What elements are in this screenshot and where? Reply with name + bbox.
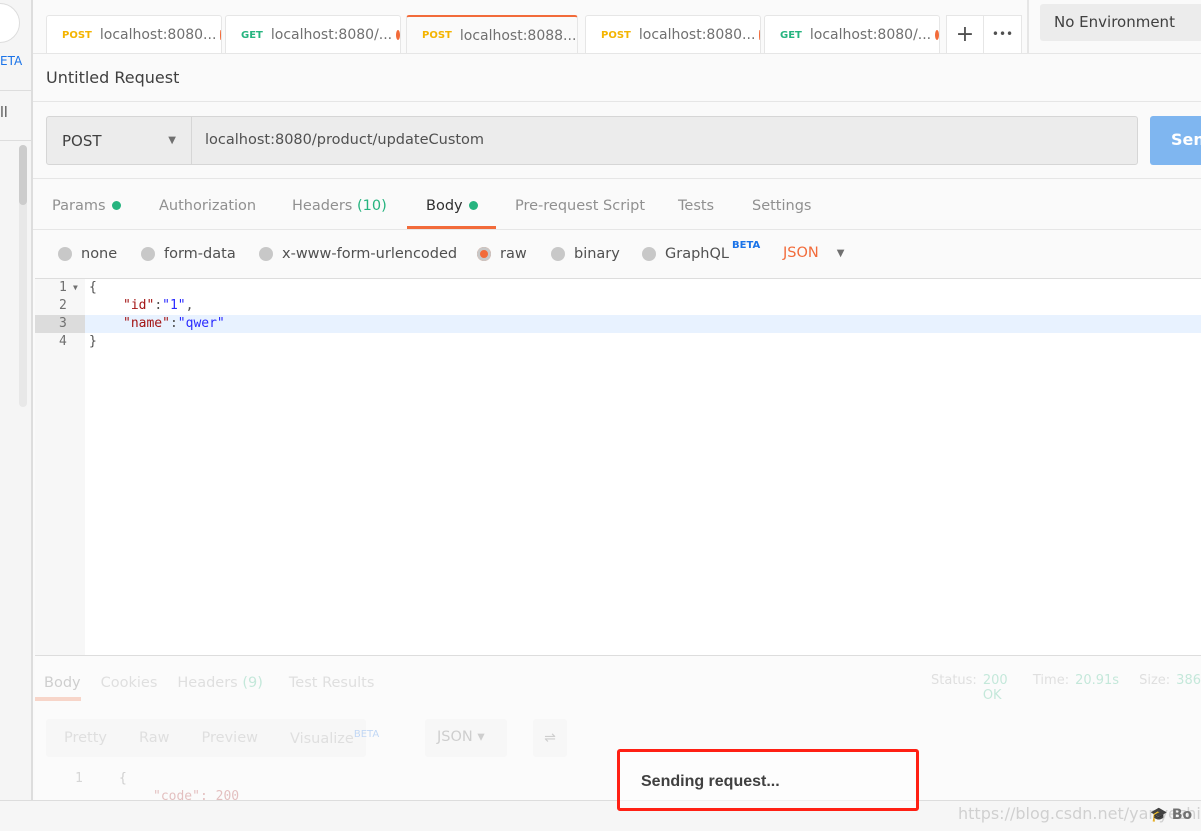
radio-icon <box>58 247 72 261</box>
method-badge: POST <box>601 29 631 41</box>
radio-icon <box>259 247 273 261</box>
format-label: JSON <box>783 245 819 261</box>
sending-request-highlight: Sending request... <box>617 749 919 811</box>
method-badge: GET <box>780 29 802 41</box>
beta-badge: BETA <box>732 240 761 251</box>
bootcamp-button[interactable]: 🎓 Bo <box>1150 807 1192 823</box>
view-visualize[interactable]: VisualizeBETA <box>290 729 379 747</box>
unsaved-dot-icon <box>396 30 400 40</box>
view-raw[interactable]: Raw <box>139 730 170 746</box>
request-tab[interactable]: POST localhost:8080... <box>585 15 761 54</box>
tab-label: localhost:8080... <box>638 27 756 43</box>
status-value: 200 OK <box>982 673 1008 703</box>
tab-label: localhost:8080... <box>99 27 217 43</box>
request-title[interactable]: Untitled Request <box>46 68 179 87</box>
tab-params[interactable]: Params <box>52 198 121 214</box>
more-tabs-button[interactable]: ••• <box>984 16 1021 53</box>
scrollbar[interactable] <box>19 145 27 407</box>
body-editor[interactable]: 1 ▼{ 2 "id":"1", 3 "name":"qwer" 4} <box>35 278 1201 656</box>
response-format-select[interactable]: JSON ▾ <box>425 719 507 757</box>
tab-body[interactable]: Body <box>426 198 478 214</box>
size-value: 386 <box>1176 673 1201 688</box>
view-pretty[interactable]: Pretty <box>64 730 107 746</box>
radio-x-www-form-urlencoded[interactable]: x-www-form-urlencoded <box>259 246 457 262</box>
tab-headers[interactable]: Headers (10) <box>292 198 387 214</box>
send-button[interactable]: Send <box>1150 116 1201 165</box>
code-line: 4} <box>59 334 97 349</box>
radio-none[interactable]: none <box>58 246 117 262</box>
request-tab[interactable]: POST localhost:8088... <box>406 15 578 54</box>
response-tab-cookies[interactable]: Cookies <box>101 675 158 691</box>
response-tab-body[interactable]: Body <box>44 675 81 691</box>
view-preview[interactable]: Preview <box>202 730 258 746</box>
unsaved-dot-icon <box>935 30 939 40</box>
tab-label: localhost:8088... <box>459 27 577 44</box>
code-line: 3 "name":"qwer" <box>59 316 225 331</box>
time-value: 20.91s <box>1075 673 1120 688</box>
url-input[interactable]: localhost:8080/product/updateCustom <box>191 116 1138 165</box>
tab-settings[interactable]: Settings <box>752 198 811 214</box>
tab-pre-request-script[interactable]: Pre-request Script <box>515 198 645 214</box>
environment-select[interactable]: No Environment <box>1040 4 1201 41</box>
unsaved-dot-icon <box>220 30 221 40</box>
status-bar: https://blog.csdn.net/yanyezhiting 🎓 Bo <box>0 800 1201 831</box>
tab-label: localhost:8080/... <box>270 27 393 43</box>
method-badge: GET <box>241 29 263 41</box>
request-tab[interactable]: GET localhost:8080/... <box>764 15 940 54</box>
radio-icon <box>477 247 491 261</box>
tab-label: localhost:8080/... <box>809 27 932 43</box>
status-dot-icon <box>111 201 121 210</box>
radio-icon <box>141 247 155 261</box>
radio-GraphQL[interactable]: GraphQL <box>642 246 729 262</box>
radio-raw[interactable]: raw <box>477 246 527 262</box>
radio-icon <box>551 247 565 261</box>
request-tab[interactable]: GET localhost:8080/... <box>225 15 401 54</box>
graduation-cap-icon: 🎓 <box>1150 807 1168 823</box>
beta-label: ETA <box>0 54 23 68</box>
radio-binary[interactable]: binary <box>551 246 620 262</box>
method-select[interactable]: POST ▼ <box>46 116 192 165</box>
sidebar-item[interactable]: ll <box>0 105 8 121</box>
response-tab-tests[interactable]: Test Results <box>289 675 375 691</box>
code-line: 1 ▼{ <box>59 280 97 295</box>
avatar[interactable] <box>0 3 20 43</box>
sidebar: ETA ll <box>0 0 33 800</box>
tab-tests[interactable]: Tests <box>678 198 714 214</box>
radio-form-data[interactable]: form-data <box>141 246 236 262</box>
response-tab-headers[interactable]: Headers (9) <box>177 675 263 691</box>
tab-authorization[interactable]: Authorization <box>159 198 256 214</box>
chevron-down-icon: ▼ <box>836 248 845 259</box>
add-tab-button[interactable]: + <box>947 16 985 53</box>
format-select[interactable]: JSON ▼ <box>783 245 844 263</box>
chevron-down-icon: ▼ <box>168 135 176 146</box>
method-label: POST <box>62 131 102 150</box>
wrap-lines-icon[interactable]: ⇌ <box>533 719 567 757</box>
request-tab[interactable]: POST localhost:8080... <box>46 15 222 54</box>
radio-icon <box>642 247 656 261</box>
code-line: 2 "id":"1", <box>59 298 194 313</box>
method-badge: POST <box>422 30 452 41</box>
status-dot-icon <box>468 201 478 210</box>
unsaved-dot-icon <box>759 30 760 40</box>
sending-request-text: Sending request... <box>641 773 780 790</box>
method-badge: POST <box>62 29 92 41</box>
